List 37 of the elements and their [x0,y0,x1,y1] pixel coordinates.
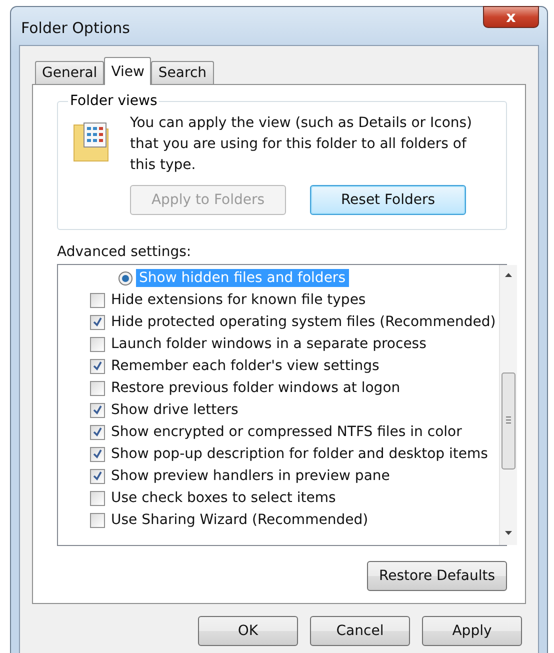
checkbox[interactable] [90,358,105,374]
section-label: Advanced settings: [57,244,192,260]
radio-button[interactable] [118,270,133,286]
checkbox[interactable] [90,380,105,396]
button[interactable]: Cancel [310,616,410,646]
button[interactable]: OK [198,616,298,646]
checkbox[interactable] [90,292,105,308]
description-text: You can apply the view (such as Details or Icons) that you are using for this folder to all folders of this type. [130,114,474,175]
button[interactable]: Restore Defaults [367,561,507,591]
tab[interactable]: General [35,61,104,84]
setting-label[interactable]: Hide extensions for known file types [108,291,369,309]
setting-label[interactable]: Show pop-up description for folder and desktop items [108,445,491,463]
close-button[interactable]: x [483,6,539,28]
checkbox[interactable] [90,490,105,506]
button[interactable]: Reset Folders [310,185,466,215]
checkbox[interactable] [90,402,105,418]
checkbox[interactable] [90,424,105,440]
window-title: Folder Options [21,19,130,37]
setting-label[interactable]: Remember each folder's view settings [108,357,382,375]
setting-label[interactable]: Restore previous folder windows at logon [108,379,404,397]
checkbox[interactable] [90,314,105,330]
checkbox[interactable] [90,468,105,484]
setting-label[interactable]: Hide protected operating system files (Recommended) [108,313,499,331]
scrollbar[interactable] [498,265,517,545]
setting-label[interactable]: Show encrypted or compressed NTFS files in color [108,423,465,441]
setting-label[interactable]: Show preview handlers in preview pane [108,467,393,485]
group-title: Folder views [69,93,158,109]
setting-label[interactable]: Launch folder windows in a separate process [108,335,430,353]
setting-label[interactable]: Use Sharing Wizard (Recommended) [108,511,372,529]
tab[interactable]: View [104,57,152,85]
checkbox[interactable] [90,446,105,462]
checkbox[interactable] [90,512,105,528]
button[interactable]: Apply [422,616,522,646]
tab[interactable]: Search [151,61,214,84]
setting-label[interactable]: Use check boxes to select items [108,489,339,507]
checkbox[interactable] [90,336,105,352]
setting-label[interactable]: Show drive letters [108,401,242,419]
